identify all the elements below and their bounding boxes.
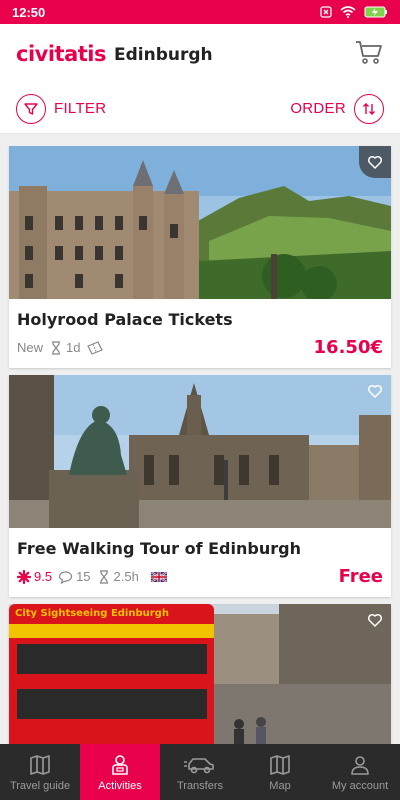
rating-value: 9.5 <box>34 569 53 584</box>
new-badge: New <box>17 340 44 355</box>
hourglass-icon <box>52 340 61 355</box>
duration: 1d <box>49 340 80 355</box>
rating-star-icon <box>17 569 31 584</box>
order-label: ORDER <box>290 100 346 117</box>
sort-icon <box>354 93 384 124</box>
filter-button[interactable]: FILTER <box>16 93 107 124</box>
battery-icon <box>364 6 387 18</box>
activity-price: 16.50€ <box>313 337 383 358</box>
duration: 2.5h <box>97 569 139 584</box>
ticket-icon <box>87 340 104 355</box>
nav-label: Map <box>269 779 291 792</box>
hourglass-icon <box>99 569 108 584</box>
activity-list[interactable]: Holyrood Palace Tickets New 1d 16.50€ Fr… <box>0 134 400 744</box>
duration-value: 2.5h <box>113 569 139 584</box>
app-header: civitatis Edinburgh <box>0 24 400 84</box>
status-icons <box>320 6 388 18</box>
activity-title[interactable]: Holyrood Palace Tickets <box>9 299 391 329</box>
activity-image[interactable] <box>9 375 391 528</box>
duration-value: 1d <box>66 340 81 355</box>
nav-label: Travel guide <box>9 779 71 792</box>
activity-meta: 9.5 15 2.5h Free <box>9 558 391 597</box>
map-icon <box>270 754 290 775</box>
city-name: Edinburgh <box>113 45 213 65</box>
nav-label: Transfers <box>176 779 224 792</box>
nav-activities[interactable]: Activities <box>80 744 160 800</box>
heart-icon <box>367 613 383 627</box>
activity-title[interactable]: Free Walking Tour of Edinburgh <box>9 528 391 558</box>
order-button[interactable]: ORDER <box>290 93 384 124</box>
filter-label: FILTER <box>54 100 107 117</box>
status-bar: 12:50 <box>0 0 400 24</box>
activity-meta: New 1d 16.50€ <box>9 329 391 368</box>
activity-card[interactable]: Holyrood Palace Tickets New 1d 16.50€ <box>9 146 391 368</box>
nav-transfers[interactable]: Transfers <box>160 744 240 800</box>
filter-icon <box>16 93 46 124</box>
activity-image[interactable] <box>9 146 391 299</box>
reviews-count: 15 <box>76 569 91 584</box>
favorite-button[interactable] <box>359 146 391 178</box>
car-icon <box>184 757 214 773</box>
person-icon <box>112 754 128 775</box>
reviews: 15 <box>58 569 91 584</box>
sim-icon <box>320 6 332 18</box>
cart-button[interactable] <box>354 37 384 72</box>
user-icon <box>351 755 369 775</box>
activity-image[interactable]: City Sightseeing Edinburgh <box>9 604 391 744</box>
nav-label: Activities <box>98 779 142 792</box>
activity-price: Free <box>338 566 383 587</box>
nav-travel-guide[interactable]: Travel guide <box>0 744 80 800</box>
heart-icon <box>367 155 383 169</box>
nav-my-account[interactable]: My account <box>320 744 400 800</box>
brand-logo[interactable]: civitatis <box>16 42 106 66</box>
comment-icon <box>58 570 73 584</box>
bottom-nav: Travel guide Activities Transfers Map My… <box>0 744 400 800</box>
status-time: 12:50 <box>12 4 46 20</box>
bus-sign: City Sightseeing Edinburgh <box>15 608 169 619</box>
nav-map[interactable]: Map <box>240 744 320 800</box>
filter-bar: FILTER ORDER <box>0 84 400 134</box>
cart-icon <box>356 40 382 64</box>
uk-flag-icon <box>150 571 167 582</box>
heart-icon <box>367 384 383 398</box>
map-book-icon <box>30 754 50 775</box>
rating: 9.5 <box>17 569 52 584</box>
wifi-icon <box>340 6 356 18</box>
activity-card[interactable]: City Sightseeing Edinburgh <box>9 604 391 744</box>
favorite-button[interactable] <box>359 375 391 407</box>
favorite-button[interactable] <box>359 604 391 636</box>
activity-card[interactable]: Free Walking Tour of Edinburgh 9.5 15 2.… <box>9 375 391 597</box>
nav-label: My account <box>331 779 389 792</box>
